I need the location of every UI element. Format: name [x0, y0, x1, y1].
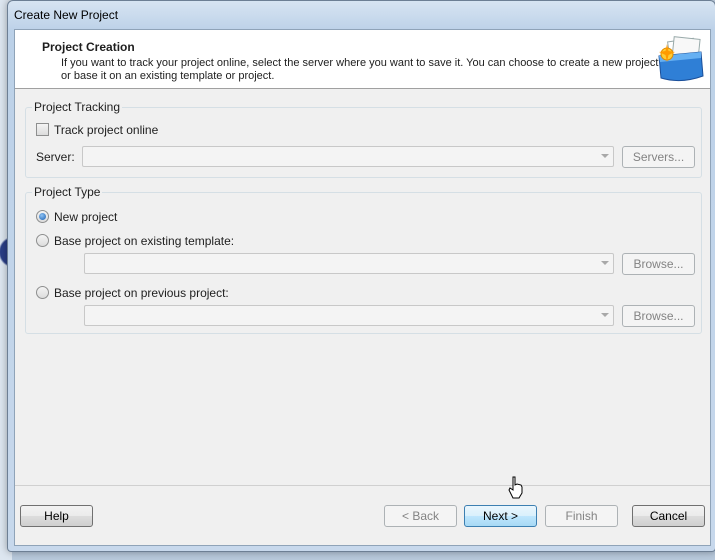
back-button[interactable]: < Back — [384, 505, 457, 527]
template-radio[interactable] — [36, 234, 49, 247]
template-label[interactable]: Base project on existing template: — [54, 234, 234, 248]
finish-button[interactable]: Finish — [545, 505, 618, 527]
cancel-button[interactable]: Cancel — [632, 505, 705, 527]
project-type-label: Project Type — [32, 185, 103, 199]
footer-divider — [15, 485, 710, 486]
project-type-group: Project Type New project Base project on… — [25, 185, 702, 334]
project-tracking-group: Project Tracking Track project online Se… — [25, 100, 702, 178]
header-description: If you want to track your project online… — [61, 57, 659, 82]
previous-browse-button[interactable]: Browse... — [622, 305, 695, 327]
project-folder-icon — [658, 36, 704, 82]
server-combobox[interactable] — [82, 146, 614, 167]
new-project-label[interactable]: New project — [54, 210, 117, 224]
servers-button[interactable]: Servers... — [622, 146, 695, 168]
new-project-radio[interactable] — [36, 210, 49, 223]
mouse-pointer-icon — [508, 476, 523, 499]
create-project-dialog: Create New Project Project Creation If y… — [7, 0, 715, 552]
help-button[interactable]: Help — [20, 505, 93, 527]
template-browse-button[interactable]: Browse... — [622, 253, 695, 275]
track-online-checkbox[interactable] — [36, 123, 49, 136]
dialog-client-area: Project Creation If you want to track yo… — [14, 29, 711, 546]
chevron-down-icon[interactable] — [601, 261, 609, 265]
window-title: Create New Project — [14, 8, 119, 22]
chevron-down-icon[interactable] — [601, 154, 609, 158]
server-label: Server: — [36, 150, 75, 164]
track-online-label[interactable]: Track project online — [54, 123, 158, 137]
next-button[interactable]: Next > — [464, 505, 537, 527]
header-title: Project Creation — [42, 40, 135, 54]
previous-project-label[interactable]: Base project on previous project: — [54, 286, 229, 300]
previous-project-radio[interactable] — [36, 286, 49, 299]
template-combobox[interactable] — [84, 253, 614, 274]
wizard-header: Project Creation If you want to track yo… — [15, 30, 710, 89]
project-tracking-label: Project Tracking — [32, 100, 123, 114]
previous-project-combobox[interactable] — [84, 305, 614, 326]
chevron-down-icon[interactable] — [601, 313, 609, 317]
